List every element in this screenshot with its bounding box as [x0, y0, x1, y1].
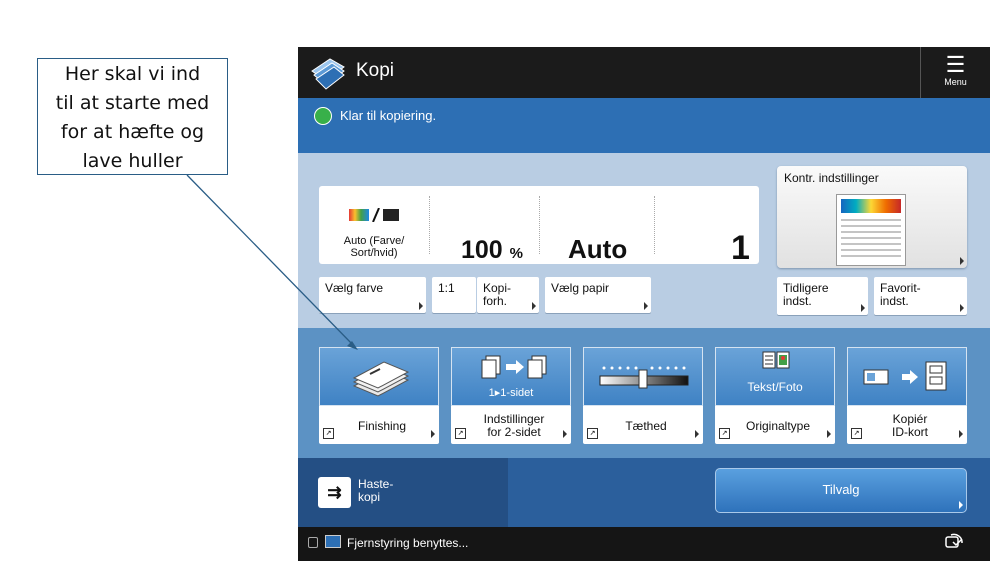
status-bar: Klar til kopiering.: [298, 98, 990, 153]
id-card-copy-button[interactable]: ↗ Kopiér ID-kort: [847, 347, 967, 444]
hamburger-icon: ☰: [945, 52, 966, 77]
check-settings-label: Kontr. indstillinger: [784, 171, 879, 185]
color-mode-label-line2: Sort/hvid): [350, 247, 398, 259]
select-paper-button[interactable]: Vælg papir: [545, 277, 651, 313]
favorite-settings-button[interactable]: Favorit- indst.: [874, 277, 967, 315]
density-button[interactable]: ↗ Tæthed: [583, 347, 703, 444]
ratio-unit: %: [509, 245, 524, 262]
select-color-button[interactable]: Vælg farve: [319, 277, 426, 313]
ratio-number: 100: [461, 236, 503, 264]
bottom-bar: ⇉ Haste- kopi Tilvalg: [298, 458, 990, 527]
one-to-one-button[interactable]: 1:1: [432, 277, 476, 313]
text-photo-icon: [762, 351, 790, 369]
shortcut-icon: ↗: [455, 428, 466, 439]
expand-arrow-icon: [431, 430, 435, 438]
current-settings-panel: Auto (Farve/ Sort/hvid) 100 % Auto 1: [319, 186, 759, 267]
two-sided-label: Indstillinger for 2-sidet: [483, 412, 545, 439]
expand-arrow-icon: [563, 430, 567, 438]
document-preview-icon: [836, 194, 906, 266]
rush-copy-icon: ⇉: [318, 477, 351, 508]
shortcut-icon: ↗: [323, 428, 334, 439]
annotation-callout: Her skal vi ind til at starte med for at…: [37, 58, 228, 175]
annotation-line: til at starte med: [55, 92, 210, 114]
lock-icon: [308, 537, 318, 548]
original-type-illustration: Tekst/Foto: [715, 347, 835, 406]
color-mode-label-line1: Auto (Farve/: [343, 235, 405, 247]
expand-arrow-icon: [532, 302, 536, 310]
expand-arrow-icon: [419, 302, 423, 310]
copy-ratio-button[interactable]: Kopi- forh.: [477, 277, 539, 313]
menu-label: Menu: [944, 77, 967, 87]
menu-button[interactable]: ☰ Menu: [920, 47, 990, 98]
annotation-line: lave huller: [82, 150, 183, 172]
select-color-label: Vælg farve: [325, 281, 384, 295]
density-slider-icon: [599, 366, 689, 389]
shortcut-icon: ↗: [719, 428, 730, 439]
paper-value: Auto: [568, 234, 628, 264]
expand-arrow-icon: [960, 257, 964, 265]
favorite-settings-label-line2: indst.: [880, 294, 909, 308]
finishing-label: Finishing: [357, 418, 407, 433]
status-text: Klar til kopiering.: [340, 108, 437, 123]
expand-arrow-icon: [960, 304, 964, 312]
divider: [654, 196, 655, 254]
finishing-button[interactable]: ↗ Finishing: [319, 347, 439, 444]
settings-area: Auto (Farve/ Sort/hvid) 100 % Auto 1 Væl…: [298, 153, 990, 328]
original-type-label: Originaltype: [745, 418, 811, 433]
rush-copy-label: Haste- kopi: [358, 478, 393, 504]
copier-screen: Kopi ☰ Menu Klar til kopiering. Auto (Fa…: [298, 47, 990, 561]
footer-bar: Fjernstyring benyttes...: [298, 527, 990, 561]
remote-status-text: Fjernstyring benyttes...: [347, 536, 469, 550]
check-settings-button[interactable]: Kontr. indstillinger: [777, 166, 967, 268]
paper-stack-icon: [352, 361, 410, 397]
options-button[interactable]: Tilvalg: [715, 468, 967, 513]
function-area: ↗ Finishing 1▸1-sidet ↗ Indstillinger fo…: [298, 328, 990, 458]
copy-app-icon: [311, 58, 345, 90]
annotation-line: for at hæfte og: [60, 121, 205, 143]
shortcut-icon: ↗: [851, 428, 862, 439]
ready-status-icon: [314, 107, 332, 125]
previous-settings-button[interactable]: Tidligere indst.: [777, 277, 868, 315]
id-card-illustration: [847, 347, 967, 406]
id-card-icon: [863, 361, 947, 391]
density-label: Tæthed: [625, 418, 667, 433]
select-paper-label: Vælg papir: [551, 281, 610, 295]
one-to-one-label: 1:1: [438, 281, 455, 295]
two-sided-settings-button[interactable]: 1▸1-sidet ↗ Indstillinger for 2-sidet: [451, 347, 571, 444]
original-type-current-value: Tekst/Foto: [747, 380, 803, 394]
copy-ratio-label-line2: forh.: [483, 294, 508, 308]
two-sided-illustration: 1▸1-sidet: [451, 347, 571, 406]
shortcut-icon: ↗: [587, 428, 598, 439]
expand-arrow-icon: [644, 302, 648, 310]
divider: [429, 196, 430, 254]
annotation-line: Her skal vi ind: [64, 63, 201, 85]
expand-arrow-icon: [861, 304, 865, 312]
rush-copy-label-line2: kopi: [358, 490, 381, 504]
original-type-button[interactable]: Tekst/Foto ↗ Originaltype: [715, 347, 835, 444]
id-card-copy-label: Kopiér ID-kort: [892, 412, 928, 439]
two-sided-icon: [481, 355, 547, 379]
page-title: Kopi: [356, 60, 395, 81]
expand-arrow-icon: [959, 430, 963, 438]
rush-copy-button[interactable]: ⇉ Haste- kopi: [298, 458, 508, 527]
color-mode-label: Auto (Farve/ Sort/hvid): [319, 235, 429, 259]
expand-arrow-icon: [959, 501, 963, 509]
two-sided-current-value: 1▸1-sidet: [488, 387, 534, 399]
remote-operation-icon[interactable]: [943, 531, 965, 553]
density-illustration: [583, 347, 703, 406]
copy-ratio-value: 100 %: [461, 236, 523, 265]
copy-count[interactable]: 1: [731, 229, 750, 268]
expand-arrow-icon: [827, 430, 831, 438]
color-mode-icon: [349, 208, 399, 222]
monitor-icon: [325, 535, 341, 548]
options-label: Tilvalg: [822, 482, 860, 497]
finishing-illustration: [319, 347, 439, 406]
expand-arrow-icon: [695, 430, 699, 438]
title-bar: Kopi ☰ Menu: [298, 47, 990, 98]
divider: [539, 196, 540, 254]
previous-settings-label-line2: indst.: [783, 294, 812, 308]
